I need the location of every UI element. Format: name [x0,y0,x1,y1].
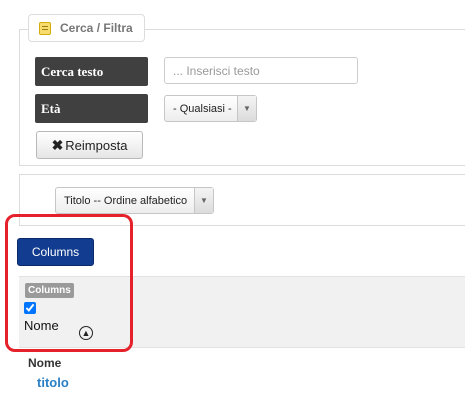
chevron-down-icon: ▼ [237,96,256,121]
page: Cerca / Filtra Cerca testo Età - Qualsia… [0,0,465,407]
search-input[interactable] [164,57,358,84]
columns-badge: Columns [25,283,74,298]
close-icon: ✖ [51,136,64,153]
columns-button[interactable]: Columns [17,238,94,266]
table-row-title-link[interactable]: titolo [37,375,69,390]
column-nome-label: Nome [24,318,59,333]
sort-up-circle-icon[interactable]: ▲ [79,326,93,340]
sort-select-value: Titolo -- Ordine alfabetico [64,194,188,207]
filter-legend-label: Cerca / Filtra [60,21,133,35]
search-label: Cerca testo [35,57,148,86]
sort-select[interactable]: Titolo -- Ordine alfabetico ▼ [55,187,214,214]
table-header-nome[interactable]: Nome [28,356,61,370]
age-select[interactable]: - Qualsiasi - ▼ [164,95,257,122]
reset-button[interactable]: ✖ Reimposta [36,131,143,159]
filter-legend[interactable]: Cerca / Filtra [28,14,145,42]
age-select-value: - Qualsiasi - [173,102,232,115]
notepad-icon [39,21,51,35]
chevron-down-icon: ▼ [194,188,213,213]
reset-button-label: Reimposta [65,137,128,153]
age-label: Età [35,94,148,123]
column-nome-checkbox[interactable] [24,302,36,314]
